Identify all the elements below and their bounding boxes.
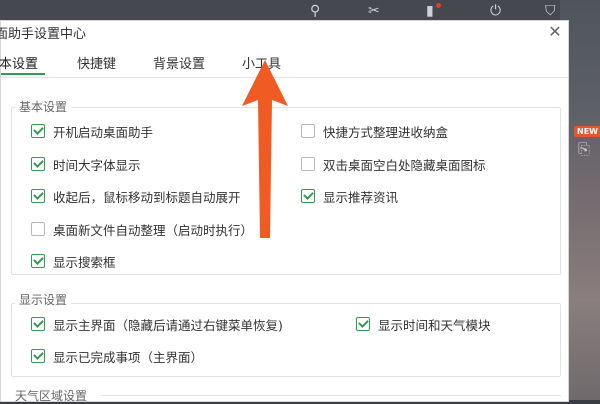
tab-shortcuts[interactable]: 快捷键 bbox=[77, 53, 116, 72]
checkbox-unchecked[interactable] bbox=[301, 124, 315, 138]
checkbox-checked[interactable] bbox=[301, 189, 315, 203]
search-icon[interactable]: ⚲ bbox=[310, 3, 320, 19]
checkbox-checked[interactable] bbox=[31, 317, 45, 331]
option-show-recommended-news[interactable]: 显示推荐资讯 bbox=[301, 187, 398, 205]
checkbox-unchecked[interactable] bbox=[31, 222, 45, 236]
option-label: 显示搜索框 bbox=[53, 254, 116, 270]
folder-icon[interactable]: ▮ bbox=[426, 3, 434, 19]
option-show-main-ui[interactable]: 显示主界面（隐藏后请通过右键菜单恢复) bbox=[31, 315, 283, 333]
option-label: 时间大字体显示 bbox=[53, 157, 141, 173]
option-label: 双击桌面空白处隐藏桌面图标 bbox=[323, 157, 486, 173]
checkbox-checked[interactable] bbox=[31, 157, 45, 171]
checkbox-checked[interactable] bbox=[31, 254, 45, 268]
option-label: 显示已完成事项（主界面） bbox=[53, 349, 204, 365]
option-label: 显示推荐资讯 bbox=[323, 189, 399, 205]
new-badge: NEW bbox=[574, 126, 600, 137]
option-show-completed-items[interactable]: 显示已完成事项（主界面） bbox=[31, 347, 203, 365]
option-auto-organize-new-files[interactable]: 桌面新文件自动整理（启动时执行） bbox=[31, 220, 253, 238]
shirt-icon[interactable]: ⛉ bbox=[545, 3, 556, 19]
notification-dot bbox=[436, 3, 441, 8]
weather-box-top-border bbox=[101, 395, 561, 396]
basic-settings-heading: 基本设置 bbox=[15, 98, 72, 115]
tab-basic-settings[interactable]: 本设置 bbox=[0, 53, 38, 72]
annotation-arrow bbox=[242, 60, 288, 238]
display-settings-heading: 显示设置 bbox=[15, 291, 72, 308]
option-hover-expand[interactable]: 收起后，鼠标移动到标题自动展开 bbox=[31, 187, 241, 205]
option-label: 显示时间和天气模块 bbox=[378, 317, 491, 333]
option-label: 开机启动桌面助手 bbox=[53, 124, 154, 140]
option-label: 桌面新文件自动整理（启动时执行） bbox=[53, 222, 254, 238]
power-icon[interactable]: ⏻ bbox=[490, 3, 501, 19]
tab-background[interactable]: 背景设置 bbox=[153, 53, 205, 72]
close-button[interactable]: ✕ bbox=[546, 23, 564, 41]
checkbox-unchecked[interactable] bbox=[301, 157, 315, 171]
option-autostart[interactable]: 开机启动桌面助手 bbox=[31, 122, 153, 140]
checkbox-checked[interactable] bbox=[356, 317, 370, 331]
option-label: 收起后，鼠标移动到标题自动展开 bbox=[53, 189, 241, 205]
option-show-search-box[interactable]: 显示搜索框 bbox=[31, 252, 116, 270]
checkbox-checked[interactable] bbox=[31, 124, 45, 138]
option-show-time-weather[interactable]: 显示时间和天气模块 bbox=[356, 315, 491, 333]
option-shortcuts-to-box[interactable]: 快捷方式整理进收纳盒 bbox=[301, 122, 448, 140]
weather-settings-heading: 天气区域设置 bbox=[15, 389, 88, 403]
document-icon[interactable]: ⎘ bbox=[578, 140, 590, 158]
option-label: 快捷方式整理进收纳盒 bbox=[323, 124, 449, 140]
option-label: 显示主界面（隐藏后请通过右键菜单恢复) bbox=[53, 317, 283, 333]
option-large-time-font[interactable]: 时间大字体显示 bbox=[31, 155, 141, 173]
checkbox-checked[interactable] bbox=[31, 189, 45, 203]
checkbox-checked[interactable] bbox=[31, 349, 45, 363]
active-tab-indicator bbox=[1, 73, 45, 75]
desktop-top-strip: ⚲ ✂ ▮ ⏻ ⛉ bbox=[0, 0, 600, 22]
option-doubleclick-hide-icons[interactable]: 双击桌面空白处隐藏桌面图标 bbox=[301, 155, 486, 173]
arrow-shape bbox=[242, 60, 288, 238]
window-title: 面助手设置中心 bbox=[0, 27, 87, 42]
tools-icon[interactable]: ✂ bbox=[368, 3, 380, 19]
